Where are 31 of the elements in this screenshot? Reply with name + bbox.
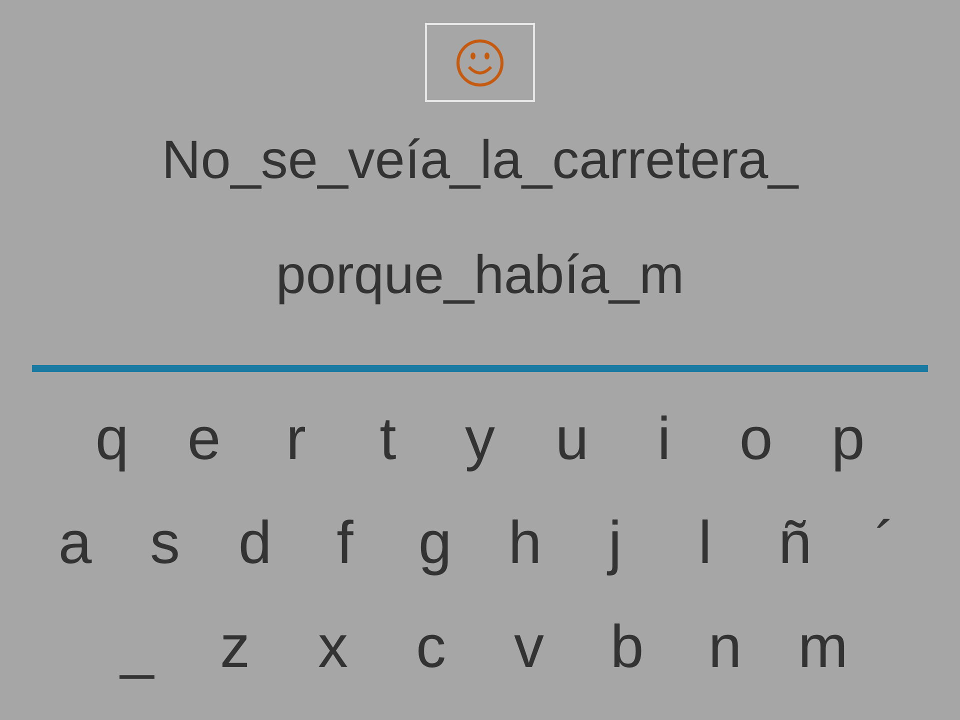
letter-key[interactable]: o: [710, 406, 802, 472]
letter-key[interactable]: r: [250, 406, 342, 472]
letter-key[interactable]: b: [578, 614, 676, 680]
letter-key[interactable]: ´: [840, 510, 930, 576]
letter-key[interactable]: q: [66, 406, 158, 472]
smiley-icon: [454, 36, 506, 88]
letter-key[interactable]: p: [802, 406, 894, 472]
letter-key[interactable]: u: [526, 406, 618, 472]
letter-key[interactable]: ñ: [750, 510, 840, 576]
letter-key[interactable]: n: [676, 614, 774, 680]
letter-key[interactable]: a: [30, 510, 120, 576]
letter-key[interactable]: e: [158, 406, 250, 472]
letter-key[interactable]: z: [186, 614, 284, 680]
letter-key[interactable]: j: [570, 510, 660, 576]
letter-key[interactable]: g: [390, 510, 480, 576]
sentence-line: porque_había_m: [274, 245, 686, 305]
letter-key[interactable]: h: [480, 510, 570, 576]
smiley-box[interactable]: [425, 23, 535, 102]
letter-key[interactable]: m: [774, 614, 872, 680]
sentence-line: No_se_veía_la_carretera_: [160, 130, 800, 190]
letter-key[interactable]: d: [210, 510, 300, 576]
letter-key[interactable]: y: [434, 406, 526, 472]
letter-key[interactable]: s: [120, 510, 210, 576]
letter-key[interactable]: f: [300, 510, 390, 576]
letter-key[interactable]: t: [342, 406, 434, 472]
letter-key[interactable]: _: [88, 614, 186, 680]
letter-key[interactable]: c: [382, 614, 480, 680]
letter-key[interactable]: x: [284, 614, 382, 680]
letter-key[interactable]: l: [660, 510, 750, 576]
letter-key[interactable]: i: [618, 406, 710, 472]
letter-key[interactable]: v: [480, 614, 578, 680]
